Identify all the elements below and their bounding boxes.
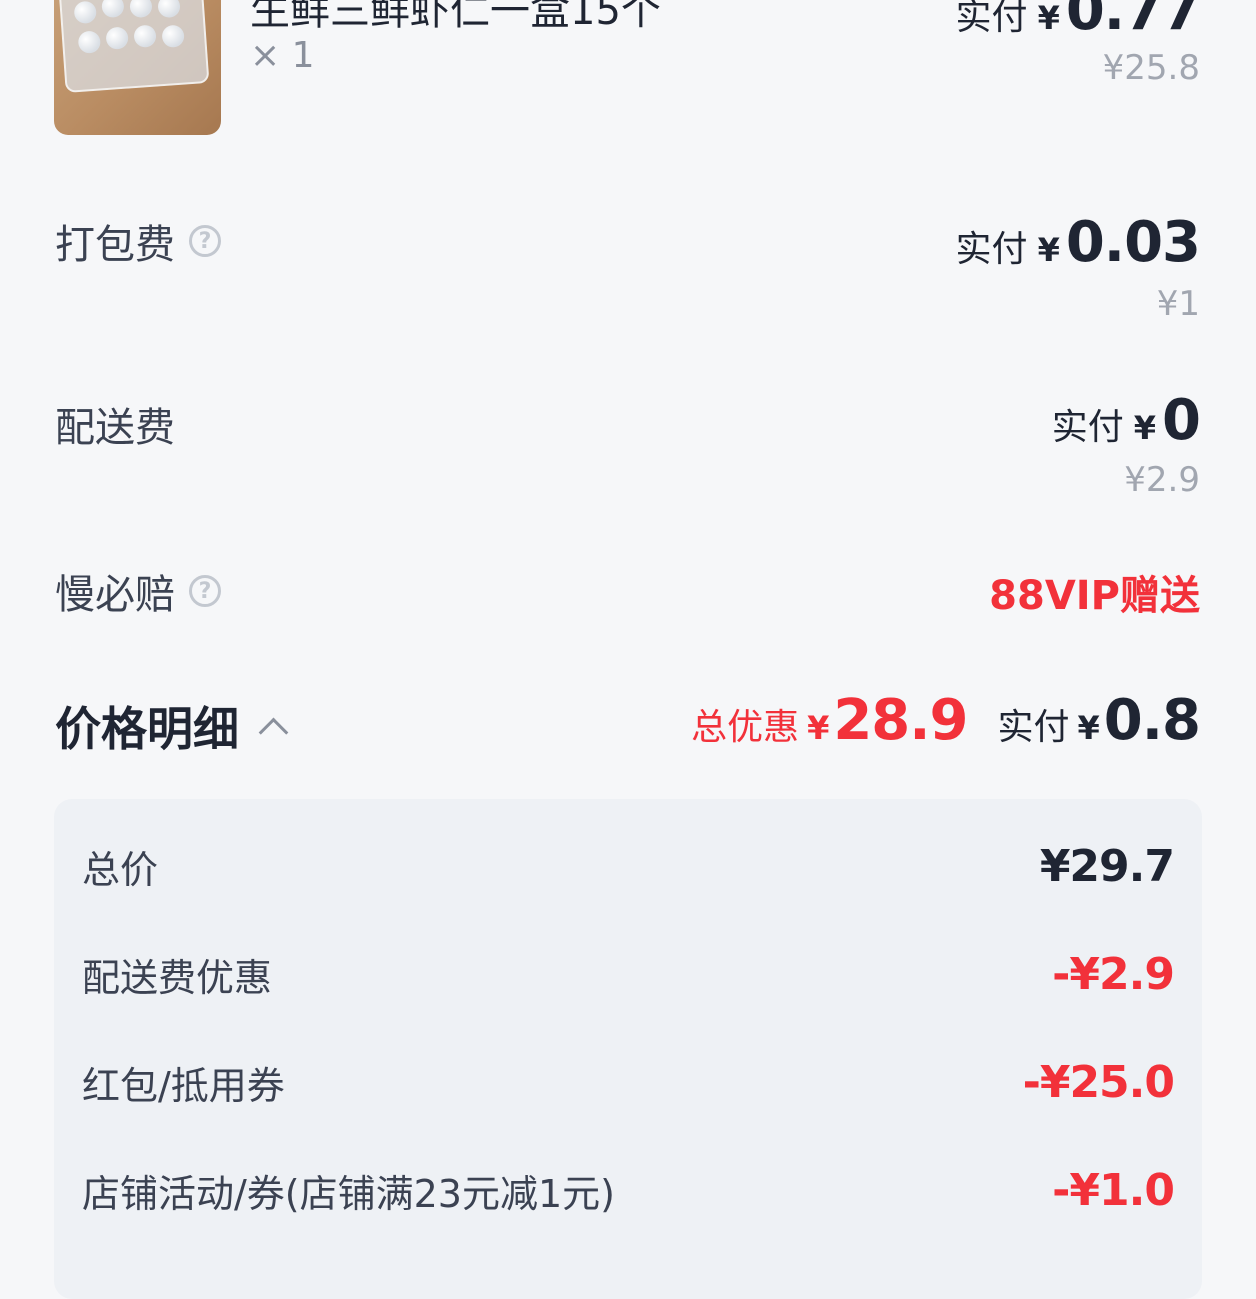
price-detail-title: 价格明细 <box>55 702 239 756</box>
paid-label: 实付 <box>955 0 1028 38</box>
currency-symbol: ¥ <box>1133 409 1157 447</box>
item-paid-amount: 实付 ¥ 0.77 <box>955 0 1201 43</box>
paid-label: 实付 <box>1051 407 1124 448</box>
vip-gift-badge: 88VIP赠送 <box>989 573 1200 619</box>
delivery-fee-label: 配送费 <box>55 395 175 453</box>
price-summary: 总优惠 ¥ 28.9 实付 ¥ 0.8 <box>691 688 1201 753</box>
currency-symbol: ¥ <box>1037 231 1060 269</box>
total-discount-value: 28.9 <box>833 688 968 753</box>
chevron-up-icon <box>258 717 289 747</box>
breakdown-value: -¥25.0 <box>1022 1057 1175 1108</box>
product-thumbnail[interactable] <box>54 0 221 135</box>
breakdown-label: 总价 <box>82 848 159 892</box>
help-icon[interactable]: ? <box>189 225 221 257</box>
delivery-fee-original: ¥2.9 <box>1124 460 1200 500</box>
item-original-price: ¥25.8 <box>1102 48 1200 88</box>
breakdown-row: 红包/抵用券 -¥25.0 <box>82 1055 1175 1110</box>
packaging-fee-original: ¥1 <box>1156 284 1200 324</box>
breakdown-label: 红包/抵用券 <box>82 1064 285 1108</box>
breakdown-value: -¥1.0 <box>1052 1165 1175 1216</box>
delivery-fee-text: 配送费 <box>55 405 175 451</box>
price-detail-toggle[interactable]: 价格明细 <box>55 693 289 759</box>
currency-symbol: ¥ <box>1037 0 1060 37</box>
product-tray-image <box>58 0 210 93</box>
breakdown-label: 配送费优惠 <box>82 956 273 1000</box>
paid-value: 0.03 <box>1065 210 1201 275</box>
paid-label: 实付 <box>997 707 1070 748</box>
breakdown-row: 总价 ¥29.7 <box>82 839 1175 894</box>
slow-compensation-text: 慢必赔 <box>55 572 175 618</box>
breakdown-value: ¥29.7 <box>1039 841 1175 892</box>
total-discount-label: 总优惠 <box>691 707 800 748</box>
breakdown-row: 配送费优惠 -¥2.9 <box>82 947 1175 1002</box>
product-name[interactable]: 生鲜三鲜虾仁一盒15个 <box>250 0 661 36</box>
breakdown-value: -¥2.9 <box>1052 949 1175 1000</box>
packaging-fee-paid: 实付 ¥ 0.03 <box>955 210 1201 275</box>
currency-symbol: ¥ <box>807 709 830 747</box>
help-icon[interactable]: ? <box>189 575 221 607</box>
paid-value: 0 <box>1162 388 1201 453</box>
packaging-fee-text: 打包费 <box>55 222 175 268</box>
slow-compensation-label: 慢必赔 ? <box>55 562 221 620</box>
currency-symbol: ¥ <box>1077 709 1100 747</box>
paid-value: 0.77 <box>1065 0 1201 43</box>
delivery-fee-paid: 实付 ¥ 0 <box>1051 388 1201 453</box>
breakdown-row: 店铺活动/券(店铺满23元减1元) -¥1.0 <box>82 1163 1175 1218</box>
total-paid-value: 0.8 <box>1103 688 1201 753</box>
packaging-fee-label: 打包费 ? <box>55 212 221 270</box>
breakdown-label: 店铺活动/券(店铺满23元减1元) <box>82 1172 615 1216</box>
paid-label: 实付 <box>955 229 1028 270</box>
price-breakdown-card: 总价 ¥29.7 配送费优惠 -¥2.9 红包/抵用券 -¥25.0 店铺活动/… <box>54 799 1202 1299</box>
product-quantity: × 1 <box>250 35 315 76</box>
